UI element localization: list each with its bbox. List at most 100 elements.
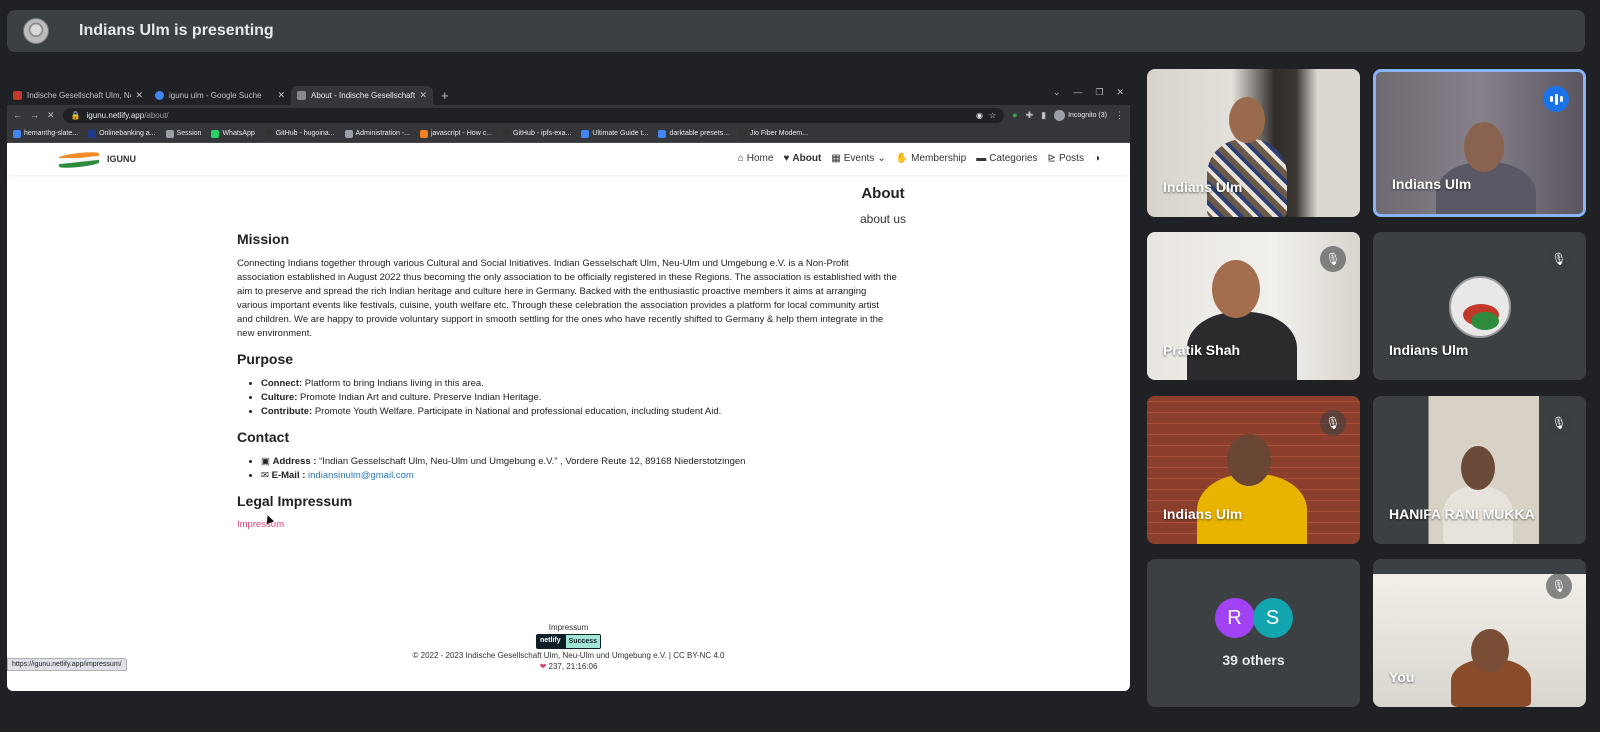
purpose-list: Connect: Platform to bring Indians livin… (237, 377, 897, 419)
footer-impressum-link[interactable]: Impressum (7, 622, 1130, 633)
browser-tab-1[interactable]: Indische Gesellschaft Ulm, Ne... ✕ (7, 86, 149, 105)
others-tile[interactable]: R S 39 others (1147, 559, 1360, 707)
avatar: R (1214, 598, 1255, 638)
impressum-link[interactable]: Impressum (237, 519, 284, 530)
mic-off-icon: 🎙 (1320, 246, 1346, 272)
bookmark-favicon-icon (211, 129, 220, 138)
participant-name: HANIFA RANI MUKKA (1389, 506, 1535, 522)
list-item: Connect: Platform to bring Indians livin… (261, 377, 897, 391)
window-controls: ⌄ — ❐ ✕ (1053, 87, 1124, 98)
nav-categories[interactable]: ▬ Categories (976, 153, 1037, 164)
bookmark-item[interactable]: darktable presets... (658, 129, 729, 138)
site-nav-links: ⌂ Home ♥ About ▦ Events ⌄ ✋ Membership ▬ Categ… (738, 153, 1100, 164)
browser-tab-2[interactable]: igunu ulm - Google Suche ✕ (149, 86, 291, 105)
bookmark-item[interactable]: javascript - How c... (419, 129, 493, 138)
bookmark-favicon-icon (344, 129, 353, 138)
bookmark-item[interactable]: Administration -... (344, 129, 410, 138)
mic-off-icon: 🎙 (1320, 410, 1346, 436)
nav-about[interactable]: ♥ About (783, 153, 821, 164)
bookmark-favicon-icon (88, 129, 97, 138)
bookmark-item[interactable]: Onlinebanking a... (88, 129, 156, 138)
bookmark-label: GitHub - ipfs-exa... (513, 130, 572, 137)
participant-tile-speaking[interactable]: Indians Ulm (1373, 69, 1586, 217)
bookmark-item[interactable]: GitHub - ipfs-exa... (502, 129, 572, 138)
participant-tile[interactable]: Indians Ulm (1147, 69, 1360, 217)
browser-tab-strip: Indische Gesellschaft Ulm, Ne... ✕ igunu… (7, 84, 1130, 105)
new-tab-icon[interactable]: + (441, 86, 449, 105)
puzzle-icon[interactable]: ✚ (1026, 110, 1034, 121)
map-icon: ▣ (261, 456, 273, 467)
theme-toggle-icon[interactable]: ◑ (1094, 153, 1100, 164)
bookmark-item[interactable]: Ultimate Guide t... (581, 129, 648, 138)
bookmark-label: hemanthg-slate... (24, 130, 79, 137)
site-footer: Impressum netlify Success © 2022 - 2023 I… (7, 622, 1130, 672)
participant-tile[interactable]: 🎙 HANIFA RANI MUKKA (1373, 396, 1586, 544)
mission-heading: Mission (237, 231, 290, 247)
forward-icon[interactable]: → (30, 110, 39, 120)
lock-icon: 🔒 (70, 110, 81, 120)
minimize-icon[interactable]: — (1073, 87, 1082, 98)
restore-icon[interactable]: ❐ (1095, 87, 1103, 98)
tab-favicon-icon (297, 91, 306, 100)
incognito-indicator[interactable]: Incognito (3) (1054, 109, 1107, 121)
site-brand: IGUNU (107, 154, 136, 164)
back-icon[interactable]: ← (13, 110, 22, 120)
participant-name: Indians Ulm (1163, 179, 1243, 195)
bookmark-label: GitHub - hugoina... (275, 130, 335, 137)
contact-heading: Contact (237, 429, 290, 445)
participant-tile[interactable]: 🎙 Indians Ulm (1147, 396, 1360, 544)
avatar: S (1252, 598, 1293, 638)
tab-close-icon[interactable]: ✕ (419, 90, 427, 101)
about-title: About (861, 185, 905, 202)
about-header: About about us (853, 185, 913, 226)
bookmark-label: javascript - How c... (430, 130, 493, 137)
others-count: 39 others (1222, 652, 1285, 668)
bookmark-item[interactable]: WhatsApp (211, 129, 255, 138)
site-logo[interactable]: IGUNU (59, 150, 136, 170)
presenting-title: Indians Ulm is presenting (79, 22, 274, 39)
side-panel-icon[interactable]: ▮ (1041, 110, 1046, 121)
tab-close-icon[interactable]: ✕ (135, 90, 143, 101)
participant-tile[interactable]: 🎙 Indians Ulm (1373, 232, 1586, 380)
legal-heading: Legal Impressum (237, 493, 353, 509)
contact-email: ✉ E-Mail : indiansinulm@gmail.com (261, 469, 897, 483)
flag-logo-icon (59, 150, 99, 170)
extension-icon[interactable]: ● (1012, 110, 1017, 120)
bookmark-item[interactable]: Jio Fiber Modem... (738, 129, 808, 138)
hide-eye-icon[interactable]: ◉ (976, 111, 983, 120)
bookmark-item[interactable]: GitHub - hugoina... (264, 129, 335, 138)
calendar-icon: ▦ (831, 153, 841, 164)
url-input[interactable]: 🔒 igunu.netlify.app/about/ ◉ ☆ (62, 107, 1005, 123)
url-path: /about/ (144, 110, 169, 120)
bookmark-item[interactable]: hemanthg-slate... (13, 129, 79, 138)
handshake-icon: ✋ (895, 153, 909, 164)
tab-label: Indische Gesellschaft Ulm, Ne... (27, 91, 132, 100)
nav-home[interactable]: ⌂ Home (738, 153, 774, 164)
browser-tab-3-active[interactable]: About - Indische Gesellschaft... ✕ (291, 86, 433, 105)
email-link[interactable]: indiansinulm@gmail.com (308, 470, 414, 481)
list-item: Culture: Promote Indian Art and culture.… (261, 391, 897, 405)
tab-search-icon[interactable]: ⌄ (1053, 87, 1061, 98)
mic-off-icon: 🎙 (1546, 573, 1572, 599)
participant-tile-self[interactable]: 🎙 You (1373, 559, 1586, 707)
bookmark-item[interactable]: Session (165, 129, 202, 138)
participant-name: Indians Ulm (1389, 342, 1469, 358)
participant-tile[interactable]: 🎙 Pratik Shah (1147, 232, 1360, 380)
bookmark-label: darktable presets... (669, 130, 729, 137)
bottom-controls-hint (0, 722, 1600, 732)
presenter-avatar (23, 18, 49, 44)
nav-events[interactable]: ▦ Events ⌄ (831, 153, 885, 164)
tab-close-icon[interactable]: ✕ (277, 90, 285, 101)
nav-membership[interactable]: ✋ Membership (896, 153, 966, 164)
nav-posts[interactable]: ⊵ Posts (1048, 153, 1084, 164)
mic-off-icon: 🎙 (1546, 246, 1572, 272)
status-url-bar: https://igunu.netlify.app/impressum/ (7, 658, 127, 671)
address-bar: ← → ✕ 🔒 igunu.netlify.app/about/ ◉ ☆ ● ✚… (7, 105, 1130, 125)
close-window-icon[interactable]: ✕ (1116, 87, 1124, 98)
about-content: Mission Connecting Indians together thro… (237, 231, 897, 530)
menu-dots-icon[interactable]: ⋮ (1115, 110, 1124, 121)
website-page: IGUNU ⌂ Home ♥ About ▦ Events ⌄ ✋ Membership … (7, 143, 1130, 671)
bookmark-star-icon[interactable]: ☆ (989, 111, 996, 120)
stop-loading-icon[interactable]: ✕ (47, 110, 55, 121)
bookmark-label: Session (176, 130, 202, 137)
